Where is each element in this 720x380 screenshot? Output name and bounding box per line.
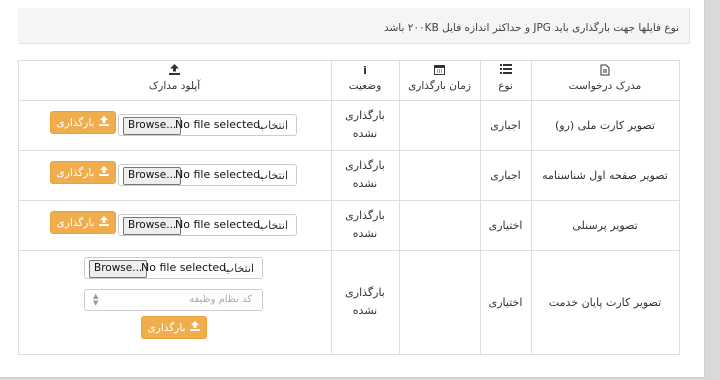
upload-button-label: بارگذاری xyxy=(56,116,95,129)
documents-table: مدرک درخواست نوع زمان بارگذاری i وضعیت آ… xyxy=(18,60,680,355)
upload-notice: نوع فایلها جهت بارگذاری باید JPG و حداکث… xyxy=(18,8,690,44)
browse-button[interactable]: Browse... xyxy=(89,260,148,278)
row-4-status: بارگذاری نشده xyxy=(345,286,385,317)
row-3-type: اختیاری xyxy=(488,218,523,232)
no-file-text: No file selected. xyxy=(175,218,264,231)
select-label: انتخاب xyxy=(257,169,288,182)
row-2-upload-button[interactable]: بارگذاری xyxy=(50,161,116,184)
upload-button-label: بارگذاری xyxy=(56,216,95,229)
list-icon xyxy=(480,64,531,78)
row-1-document: تصویر کارت ملی (رو) xyxy=(554,118,656,132)
row-4-type: اختیاری xyxy=(488,295,523,309)
service-code-input[interactable]: کد نظام وظیفه xyxy=(84,289,263,311)
no-file-text: No file selected. xyxy=(175,168,264,181)
row-1-file-input[interactable]: Browse... No file selected. انتخاب xyxy=(118,114,297,136)
row-3-status: بارگذاری نشده xyxy=(345,209,385,240)
browse-button[interactable]: Browse... xyxy=(123,217,182,235)
upload-icon xyxy=(99,166,110,179)
no-file-text: No file selected. xyxy=(141,261,230,274)
header-type: نوع xyxy=(480,60,531,100)
upload-panel: نوع فایلها جهت بارگذاری باید JPG و حداکث… xyxy=(0,0,705,378)
select-label: انتخاب xyxy=(257,219,288,232)
row-2-type: اجباری xyxy=(490,168,521,182)
upload-button-label: بارگذاری xyxy=(56,166,95,179)
row-1-upload-button[interactable]: بارگذاری xyxy=(50,111,116,134)
row-3-document: تصویر پرسنلی xyxy=(572,218,638,232)
upload-icon xyxy=(18,64,331,78)
row-1-status: بارگذاری نشده xyxy=(345,109,385,140)
info-icon: i xyxy=(363,64,367,77)
browse-button[interactable]: Browse... xyxy=(123,117,182,135)
select-label: انتخاب xyxy=(223,262,254,275)
no-file-text: No file selected. xyxy=(175,118,264,131)
row-3-file-input[interactable]: Browse... No file selected. انتخاب xyxy=(118,214,297,236)
row-4-upload-time xyxy=(399,250,480,354)
number-spinner-icon[interactable]: ▲ ▼ xyxy=(93,293,98,307)
upload-button-label: بارگذاری xyxy=(147,321,186,334)
upload-icon xyxy=(190,321,201,334)
row-4-file-input[interactable]: Browse... No file selected. انتخاب xyxy=(84,257,263,279)
upload-icon xyxy=(99,116,110,129)
row-4-upload-button[interactable]: بارگذاری xyxy=(141,316,207,339)
row-2-document: تصویر صفحه اول شناسنامه xyxy=(542,168,668,182)
row-2-status: بارگذاری نشده xyxy=(345,159,385,190)
row-2-file-input[interactable]: Browse... No file selected. انتخاب xyxy=(118,164,297,186)
row-2-upload-time xyxy=(399,150,480,200)
row-1-upload-time xyxy=(399,100,480,150)
header-document: مدرک درخواست xyxy=(531,60,679,100)
upload-icon xyxy=(99,216,110,229)
header-status: i وضعیت xyxy=(331,60,399,100)
header-upload: آپلود مدارک xyxy=(18,60,331,100)
row-4-document: تصویر کارت پایان خدمت xyxy=(548,295,662,309)
header-upload-time: زمان بارگذاری xyxy=(399,60,480,100)
calendar-icon xyxy=(399,64,480,78)
browse-button[interactable]: Browse... xyxy=(123,167,182,185)
row-3-upload-button[interactable]: بارگذاری xyxy=(50,211,116,234)
select-label: انتخاب xyxy=(257,119,288,132)
row-1-type: اجباری xyxy=(490,118,521,132)
row-3-upload-time xyxy=(399,200,480,250)
file-icon xyxy=(531,64,679,78)
